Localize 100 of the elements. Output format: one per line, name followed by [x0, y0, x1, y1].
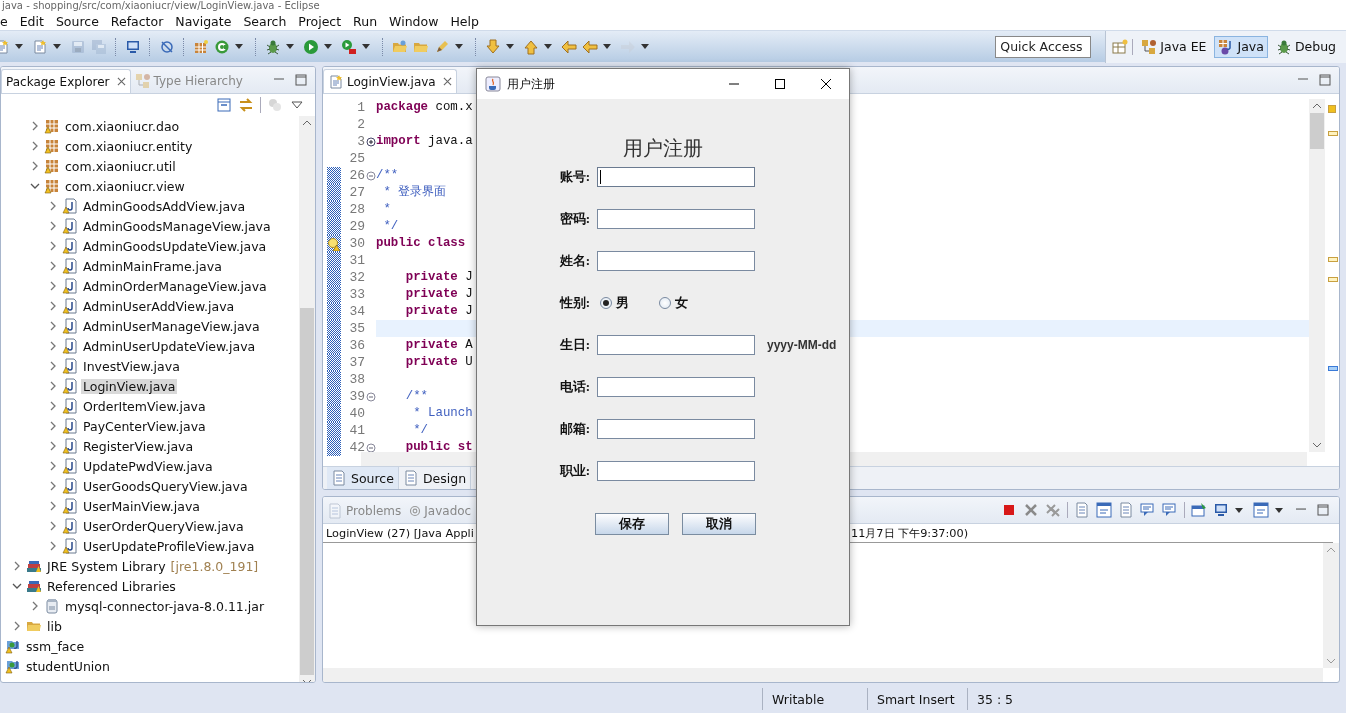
tree-item[interactable]: InvestView.java — [81, 358, 182, 374]
pen-icon[interactable] — [434, 38, 450, 55]
menu-item[interactable]: Edit — [13, 13, 50, 29]
menu-item[interactable]: Source — [49, 13, 105, 29]
tree-item[interactable]: AdminMainFrame.java — [81, 258, 224, 274]
dropdown-caret-icon[interactable] — [544, 44, 552, 49]
quick-access-field[interactable]: Quick Access — [995, 35, 1092, 58]
tree-item[interactable]: UserMainView.java — [81, 498, 202, 514]
tree-item[interactable]: JRE System Library — [45, 558, 168, 574]
run-external-icon[interactable] — [341, 38, 357, 55]
dropdown-caret-icon[interactable] — [286, 44, 294, 49]
tree-item[interactable]: Referenced Libraries — [45, 578, 178, 594]
dropdown-caret-icon[interactable] — [324, 44, 332, 49]
menu-item[interactable]: e — [0, 13, 14, 29]
tree-item[interactable]: UserOrderQueryView.java — [81, 518, 246, 534]
previous-annotation-icon[interactable] — [523, 38, 539, 55]
collapse-icon[interactable] — [365, 442, 376, 453]
menu-item[interactable]: Project — [292, 13, 348, 29]
dropdown-caret-icon[interactable] — [235, 44, 243, 49]
pin-console-icon[interactable] — [1191, 502, 1207, 518]
tree-item[interactable]: LoginView.java — [81, 378, 178, 394]
show-error-icon[interactable] — [1162, 502, 1178, 518]
menu-item[interactable]: Navigate — [169, 13, 238, 29]
radio-button[interactable] — [659, 297, 671, 309]
scroll-up-icon[interactable] — [1326, 547, 1336, 553]
collapse-all-icon[interactable] — [216, 97, 232, 113]
package-icon[interactable] — [193, 38, 209, 55]
scrollbar[interactable] — [299, 116, 315, 682]
radio-button[interactable] — [600, 297, 612, 309]
editor-mode-tab[interactable]: Design — [398, 467, 472, 489]
dropdown-caret-icon[interactable] — [53, 44, 61, 49]
radio-label[interactable]: 女 — [675, 294, 688, 312]
scroll-thumb[interactable] — [300, 308, 314, 675]
run-icon[interactable] — [303, 38, 319, 55]
menu-item[interactable]: Help — [444, 13, 485, 29]
tree-item[interactable]: com.xiaoniucr.view — [63, 178, 187, 194]
tree-item[interactable]: PayCenterView.java — [81, 418, 208, 434]
input-field[interactable] — [597, 251, 755, 271]
scroll-lock-icon[interactable] — [1096, 502, 1112, 518]
tree-item[interactable]: UserGoodsQueryView.java — [81, 478, 250, 494]
tree-item[interactable]: AdminGoodsAddView.java — [81, 198, 248, 214]
display-console-icon[interactable] — [1213, 502, 1229, 518]
scroll-down-icon[interactable] — [1326, 658, 1336, 664]
tree-item[interactable]: UpdatePwdView.java — [81, 458, 215, 474]
menu-item[interactable]: Search — [237, 13, 293, 29]
perspective-button[interactable]: Debug — [1271, 35, 1340, 58]
tree-item[interactable]: com.xiaoniucr.dao — [63, 118, 182, 134]
input-field[interactable] — [597, 419, 755, 439]
editor-tab[interactable]: LoginView.java — [323, 69, 457, 93]
tree-item[interactable]: lib — [45, 618, 64, 634]
scrollbar[interactable] — [1323, 543, 1339, 668]
remove-all-icon[interactable] — [1045, 502, 1061, 518]
tree-item[interactable]: UserUpdateProfileView.java — [81, 538, 257, 554]
scroll-thumb[interactable] — [1310, 113, 1324, 149]
tree-item[interactable]: AdminGoodsManageView.java — [81, 218, 273, 234]
tree-item[interactable]: ssm_face — [24, 638, 87, 654]
input-field[interactable] — [597, 377, 755, 397]
dialog-button[interactable]: 保存 — [595, 513, 669, 535]
perspective-button[interactable]: Java EE — [1137, 35, 1211, 58]
warning-icon[interactable] — [327, 236, 341, 251]
scroll-down-icon[interactable] — [1312, 442, 1322, 448]
tree-item[interactable]: com.xiaoniucr.util — [63, 158, 178, 174]
dialog-button[interactable]: 取消 — [682, 513, 756, 535]
collapse-icon[interactable] — [365, 391, 376, 402]
next-annotation-icon[interactable] — [485, 38, 501, 55]
last-edit-icon[interactable] — [561, 38, 577, 55]
remove-launch-icon[interactable] — [1023, 502, 1039, 518]
radio-label[interactable]: 男 — [616, 294, 629, 312]
dropdown-caret-icon[interactable] — [641, 44, 649, 49]
tree-item[interactable]: com.xiaoniucr.entity — [63, 138, 195, 154]
tree-item[interactable]: AdminOrderManageView.java — [81, 278, 269, 294]
scrollbar[interactable] — [1309, 99, 1325, 452]
terminate-icon[interactable] — [1001, 502, 1017, 518]
overview-mark[interactable] — [1328, 366, 1338, 371]
input-field[interactable] — [597, 335, 755, 355]
dropdown-caret-icon[interactable] — [15, 44, 23, 49]
back-icon[interactable] — [582, 38, 598, 55]
dropdown-caret-icon[interactable] — [603, 44, 611, 49]
new-class-icon[interactable] — [214, 38, 230, 55]
maximize-icon[interactable] — [774, 78, 786, 90]
expand-icon[interactable] — [365, 136, 376, 147]
view-tab[interactable]: Package Explorer — [1, 69, 131, 93]
tree-item[interactable]: RegisterView.java — [81, 438, 196, 454]
tree-item[interactable]: AdminUserUpdateView.java — [81, 338, 258, 354]
editor-mode-tab[interactable]: Source — [327, 467, 399, 489]
dropdown-caret-icon[interactable] — [506, 44, 514, 49]
input-field[interactable] — [597, 461, 755, 481]
link-editor-icon[interactable] — [238, 97, 254, 113]
skip-breakpoints-icon[interactable] — [159, 38, 175, 55]
dropdown-caret-icon[interactable] — [1275, 507, 1283, 513]
tree-item[interactable]: studentUnion — [24, 658, 112, 674]
tree-item[interactable]: AdminGoodsUpdateView.java — [81, 238, 269, 254]
tree-item[interactable]: AdminUserAddView.java — [81, 298, 237, 314]
scroll-up-icon[interactable] — [1312, 103, 1322, 109]
close-icon[interactable] — [820, 78, 832, 90]
menu-item[interactable]: Run — [347, 13, 384, 29]
open-console-icon[interactable] — [1253, 502, 1269, 518]
tree-item[interactable]: OrderItemView.java — [81, 398, 208, 414]
open-perspective-icon[interactable] — [1112, 38, 1129, 55]
collapse-icon[interactable] — [365, 170, 376, 181]
